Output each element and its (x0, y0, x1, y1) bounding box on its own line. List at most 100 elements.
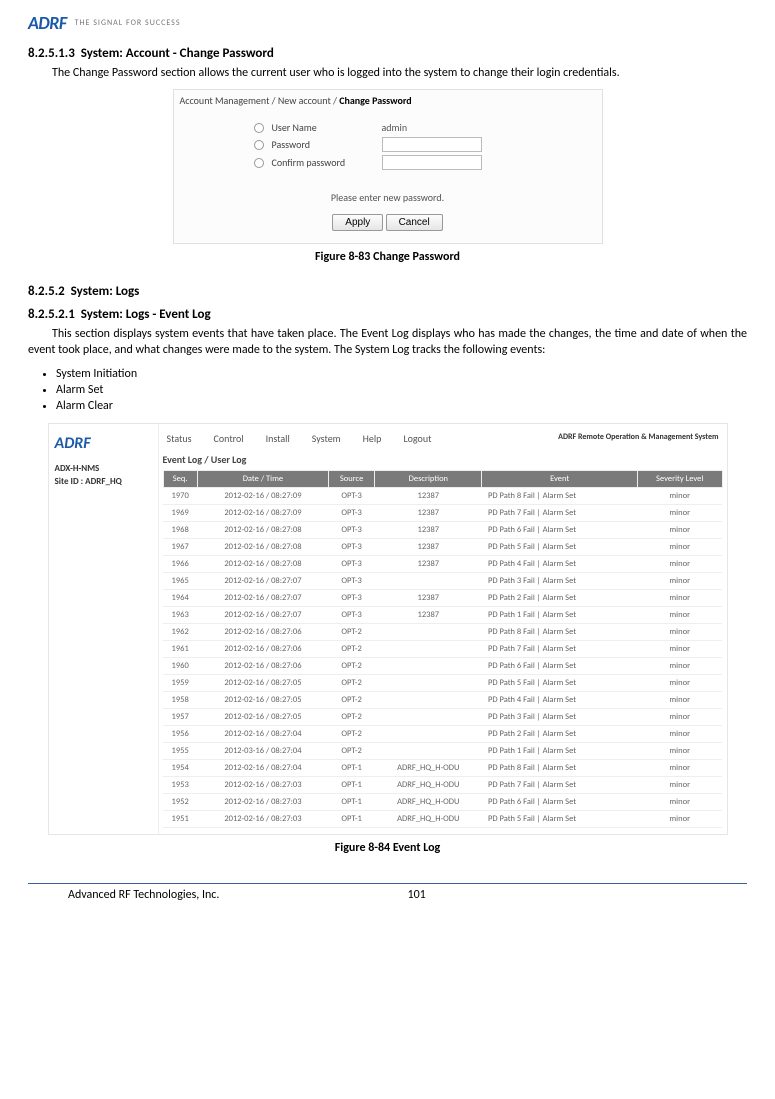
cell-source: OPT-3 (329, 504, 375, 521)
paragraph-event-log: This section displays system events that… (28, 326, 747, 358)
cell-date: 2012-02-16 / 08:27:03 (197, 776, 328, 793)
sidebar-product: ADX-H-NMS (55, 463, 152, 474)
cell-desc: ADRF_HQ_H-ODU (375, 810, 482, 827)
confirm-label: Confirm password (272, 156, 382, 169)
cell-event: PD Path 8 Fail | Alarm Set (482, 759, 637, 776)
figure-caption-84: Figure 8-84 Event Log (28, 841, 747, 855)
col-sev: Severity Level (637, 470, 722, 487)
cell-sev: minor (637, 572, 722, 589)
instruction-text: Please enter new password. (174, 191, 602, 204)
radio-icon[interactable] (254, 140, 264, 150)
nav-status[interactable]: Status (167, 432, 192, 445)
cell-seq: 1965 (163, 572, 197, 589)
list-item: Alarm Clear (56, 399, 747, 413)
cell-sev: minor (637, 742, 722, 759)
cell-date: 2012-02-16 / 08:27:06 (197, 623, 328, 640)
sub-nav: Event Log / User Log (163, 453, 723, 470)
sidebar-logo: ADRF (55, 434, 152, 453)
nav-system[interactable]: System (312, 432, 341, 445)
cell-sev: minor (637, 776, 722, 793)
cell-desc (375, 623, 482, 640)
nav-logout[interactable]: Logout (403, 432, 431, 445)
cell-desc: 12387 (375, 606, 482, 623)
cancel-button[interactable]: Cancel (386, 214, 443, 231)
cell-seq: 1962 (163, 623, 197, 640)
table-row: 19572012-02-16 / 08:27:05OPT-2PD Path 3 … (163, 708, 722, 725)
cell-seq: 1959 (163, 674, 197, 691)
cell-date: 2012-02-16 / 08:27:07 (197, 606, 328, 623)
cell-seq: 1963 (163, 606, 197, 623)
bullet-list: System Initiation Alarm Set Alarm Clear (56, 367, 747, 413)
cell-source: OPT-1 (329, 810, 375, 827)
cell-event: PD Path 8 Fail | Alarm Set (482, 487, 637, 504)
nav-control[interactable]: Control (214, 432, 244, 445)
cell-date: 2012-02-16 / 08:27:05 (197, 674, 328, 691)
cell-date: 2012-02-16 / 08:27:08 (197, 538, 328, 555)
heading-change-password: 8.2.5.1.3 System: Account - Change Passw… (28, 46, 747, 61)
table-row: 19672012-02-16 / 08:27:08OPT-312387PD Pa… (163, 538, 722, 555)
table-row: 19562012-02-16 / 08:27:04OPT-2PD Path 2 … (163, 725, 722, 742)
cell-sev: minor (637, 691, 722, 708)
username-value: admin (382, 121, 482, 134)
cell-source: OPT-3 (329, 572, 375, 589)
cell-seq: 1955 (163, 742, 197, 759)
table-row: 19692012-02-16 / 08:27:09OPT-312387PD Pa… (163, 504, 722, 521)
cell-event: PD Path 7 Fail | Alarm Set (482, 776, 637, 793)
confirm-input[interactable] (382, 155, 482, 170)
cell-event: PD Path 5 Fail | Alarm Set (482, 810, 637, 827)
cell-date: 2012-02-16 / 08:27:04 (197, 759, 328, 776)
cell-sev: minor (637, 487, 722, 504)
cell-seq: 1954 (163, 759, 197, 776)
cell-desc (375, 640, 482, 657)
table-row: 19642012-02-16 / 08:27:07OPT-312387PD Pa… (163, 589, 722, 606)
footer-company: Advanced RF Technologies, Inc. (28, 888, 408, 902)
cell-event: PD Path 1 Fail | Alarm Set (482, 742, 637, 759)
cell-desc: 12387 (375, 538, 482, 555)
radio-icon[interactable] (254, 123, 264, 133)
cell-sev: minor (637, 725, 722, 742)
table-row: 19592012-02-16 / 08:27:05OPT-2PD Path 5 … (163, 674, 722, 691)
cell-desc: ADRF_HQ_H-ODU (375, 759, 482, 776)
figure-caption-83: Figure 8-83 Change Password (28, 250, 747, 264)
cell-desc: 12387 (375, 589, 482, 606)
cell-seq: 1958 (163, 691, 197, 708)
cell-desc: 12387 (375, 504, 482, 521)
password-input[interactable] (382, 137, 482, 152)
table-row: 19512012-02-16 / 08:27:03OPT-1ADRF_HQ_H-… (163, 810, 722, 827)
cell-seq: 1957 (163, 708, 197, 725)
header-logo: ADRF THE SIGNAL FOR SUCCESS (28, 12, 747, 34)
nav-install[interactable]: Install (266, 432, 290, 445)
cell-date: 2012-02-16 / 08:27:09 (197, 504, 328, 521)
table-row: 19552012-03-16 / 08:27:04OPT-2PD Path 1 … (163, 742, 722, 759)
cell-source: OPT-2 (329, 742, 375, 759)
cell-date: 2012-02-16 / 08:27:09 (197, 487, 328, 504)
cell-sev: minor (637, 623, 722, 640)
cell-source: OPT-3 (329, 606, 375, 623)
cell-date: 2012-02-16 / 08:27:08 (197, 521, 328, 538)
cell-date: 2012-02-16 / 08:27:03 (197, 810, 328, 827)
table-row: 19532012-02-16 / 08:27:03OPT-1ADRF_HQ_H-… (163, 776, 722, 793)
cell-sev: minor (637, 708, 722, 725)
apply-button[interactable]: Apply (332, 214, 383, 231)
sidebar: ADRF ADX-H-NMS Site ID : ADRF_HQ (49, 424, 159, 834)
nav-help[interactable]: Help (363, 432, 382, 445)
username-label: User Name (272, 121, 382, 134)
cell-sev: minor (637, 810, 722, 827)
cell-sev: minor (637, 759, 722, 776)
cell-event: PD Path 3 Fail | Alarm Set (482, 572, 637, 589)
cell-date: 2012-02-16 / 08:27:04 (197, 725, 328, 742)
cell-source: OPT-3 (329, 589, 375, 606)
cell-desc (375, 742, 482, 759)
cell-source: OPT-2 (329, 657, 375, 674)
cell-seq: 1953 (163, 776, 197, 793)
footer-page: 101 (408, 888, 748, 902)
table-row: 19662012-02-16 / 08:27:08OPT-312387PD Pa… (163, 555, 722, 572)
radio-icon[interactable] (254, 158, 264, 168)
table-row: 19522012-02-16 / 08:27:03OPT-1ADRF_HQ_H-… (163, 793, 722, 810)
cell-seq: 1967 (163, 538, 197, 555)
cell-source: OPT-2 (329, 725, 375, 742)
cell-sev: minor (637, 657, 722, 674)
cell-source: OPT-2 (329, 691, 375, 708)
list-item: System Initiation (56, 367, 747, 381)
cell-date: 2012-02-16 / 08:27:05 (197, 691, 328, 708)
